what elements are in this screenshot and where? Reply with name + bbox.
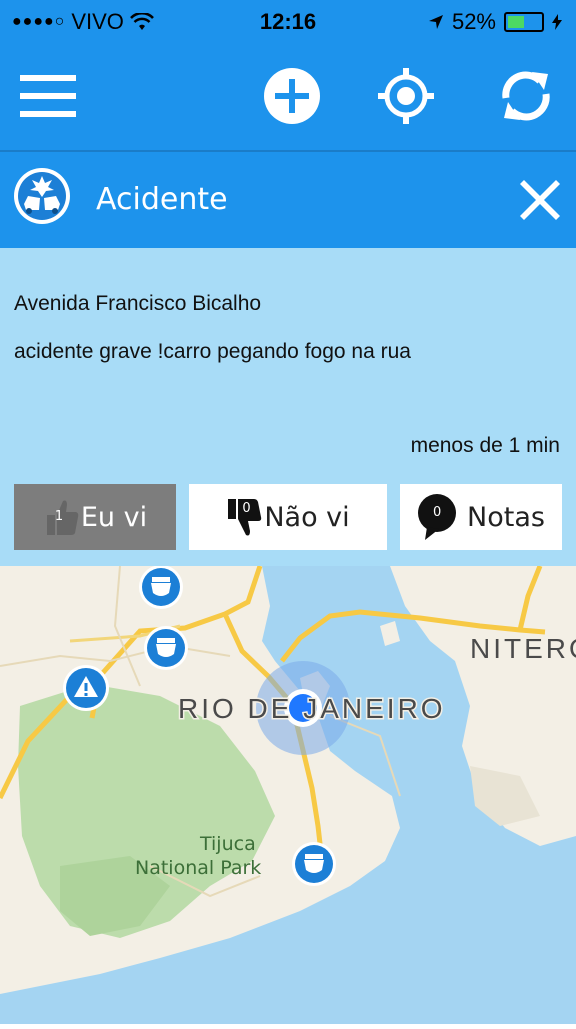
map-canvas[interactable]: RIO DE JANEIRO NITERÓ Tijuca National Pa…: [0, 565, 576, 1024]
refresh-icon: [502, 71, 550, 121]
locate-button[interactable]: [374, 64, 438, 128]
alert-detail-panel: Avenida Francisco Bicalho acidente grave…: [0, 248, 576, 566]
battery-percentage: 52%: [451, 9, 496, 34]
hazard-pin-icon[interactable]: [63, 665, 109, 711]
seen-button[interactable]: 1 Eu vi: [14, 484, 176, 550]
battery-icon: [504, 12, 544, 32]
not-seen-count: 0: [242, 501, 251, 516]
alert-header: Acidente: [0, 152, 576, 248]
thumbs-up-icon: 1: [43, 497, 79, 537]
status-bar: ●●●●○ VIVO 12:16 52%: [0, 0, 576, 44]
seen-count: 1: [54, 509, 64, 524]
menu-button[interactable]: [16, 64, 80, 128]
location-arrow-icon: [428, 15, 443, 29]
notes-button[interactable]: 0 Notas: [400, 484, 562, 550]
close-button[interactable]: [518, 178, 562, 222]
map-view[interactable]: RIO DE JANEIRO NITERÓ Tijuca National Pa…: [0, 565, 576, 1024]
notes-label: Notas: [467, 501, 545, 533]
status-right: 52%: [428, 9, 562, 35]
notes-count: 0: [433, 505, 442, 520]
park-label-line2: National Park: [135, 857, 261, 879]
plus-circle-icon: [264, 68, 320, 124]
alert-description: acidente grave !carro pegando fogo na ru…: [14, 340, 411, 363]
accident-icon: [14, 168, 70, 224]
neighbor-city-label: NITERÓ: [470, 633, 576, 664]
alert-title: Acidente: [96, 182, 228, 217]
app-toolbar: [0, 44, 576, 150]
police-pin-icon[interactable]: [139, 565, 183, 609]
add-button[interactable]: [260, 64, 324, 128]
police-pin-icon[interactable]: [292, 842, 336, 886]
battery-fill: [508, 16, 524, 28]
alert-street: Avenida Francisco Bicalho: [14, 292, 262, 315]
seen-label: Eu vi: [80, 501, 148, 533]
menu-icon: [20, 75, 76, 117]
speech-bubble-icon: 0: [417, 493, 457, 541]
close-icon: [520, 180, 560, 220]
park-label-line1: Tijuca: [199, 833, 256, 855]
charging-icon: [552, 14, 562, 30]
refresh-button[interactable]: [494, 64, 558, 128]
not-seen-label: Não vi: [264, 501, 350, 533]
location-target-icon: [378, 68, 434, 124]
not-seen-button[interactable]: 0 Não vi: [189, 484, 387, 550]
alert-time-ago: menos de 1 min: [410, 434, 560, 457]
city-label: RIO DE JANEIRO: [178, 693, 446, 724]
police-pin-icon[interactable]: [144, 626, 188, 670]
thumbs-down-icon: 0: [226, 495, 262, 539]
